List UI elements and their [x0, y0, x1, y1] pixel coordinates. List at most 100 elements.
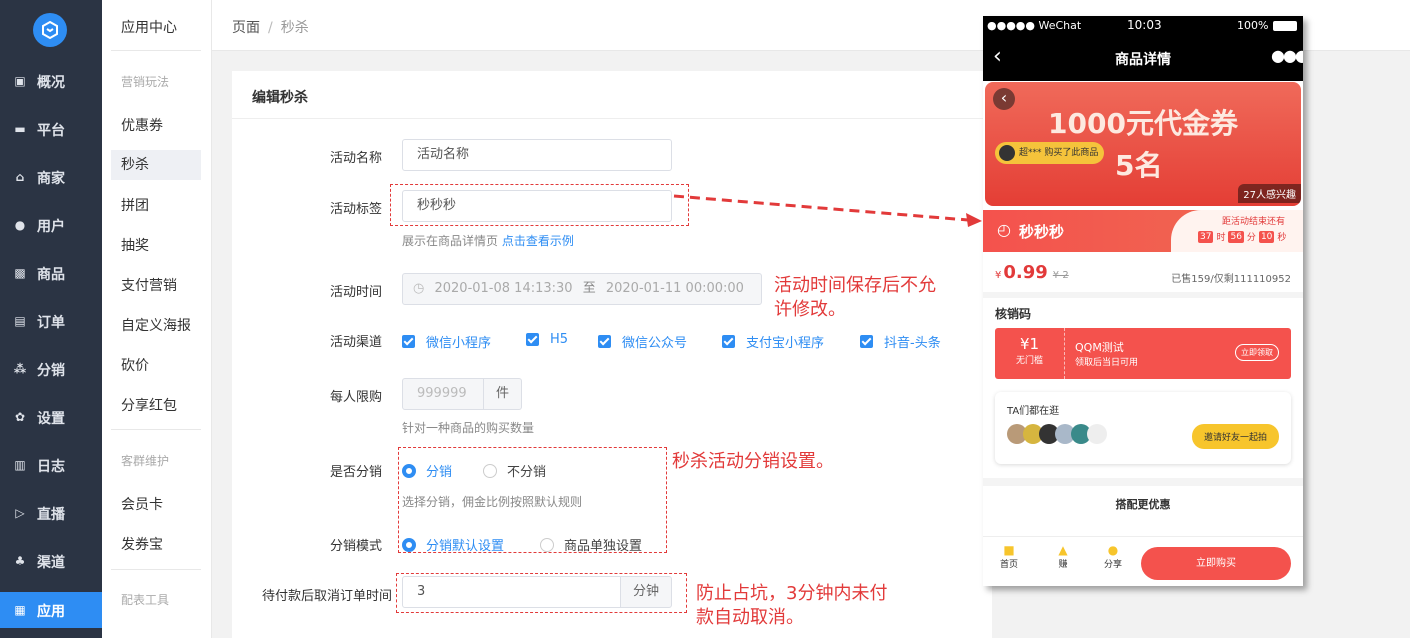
limit-unit: 件 — [483, 378, 522, 410]
view-example-link[interactable]: 点击查看示例 — [502, 234, 574, 248]
seckill-bar: ◴ 秒秒秒 距活动结束还有 37 时 56 分 10 秒 — [983, 210, 1303, 252]
highlight-box-tag — [390, 184, 689, 226]
subnav-item-poster[interactable]: 自定义海报 — [111, 311, 201, 341]
channel-checkbox-wechat-oa[interactable]: 微信公众号 — [598, 332, 687, 351]
subnav-item-groupbuy[interactable]: 拼团 — [111, 191, 201, 221]
tab-share[interactable]: ● 分享 — [1101, 543, 1125, 570]
field-label-cancel-time: 待付款后取消订单时间 — [261, 589, 392, 604]
checkbox-checked-icon — [526, 333, 539, 346]
subnav-item-lottery[interactable]: 抽奖 — [111, 231, 201, 261]
nav-item-platform[interactable]: ▬ 平台 — [0, 111, 102, 147]
nav-item-apps[interactable]: ▦ 应用 — [0, 592, 102, 628]
channel-icon: ♣ — [14, 554, 26, 568]
breadcrumb-current: 秒杀 — [280, 20, 309, 36]
nav-item-overview[interactable]: ▣ 概况 — [0, 63, 102, 99]
log-icon: ▥ — [14, 458, 26, 472]
subnav-title: 应用中心 — [121, 20, 177, 36]
checkbox-checked-icon — [860, 335, 873, 348]
phone-tabbar: ■ 首页 ▲ 赚 ● 分享 立即购买 — [983, 536, 1303, 586]
highlight-box-cancel — [396, 573, 687, 613]
subnav-item-bargain[interactable]: 砍价 — [111, 351, 201, 381]
original-price: ¥ 2 — [1052, 270, 1069, 281]
divider — [983, 292, 1303, 298]
tab-home[interactable]: ■ 首页 — [997, 543, 1021, 570]
apps-icon: ▦ — [14, 603, 26, 617]
nav-item-live[interactable]: ▷ 直播 — [0, 495, 102, 531]
channel-checkbox-h5[interactable]: H5 — [526, 332, 568, 347]
breadcrumb-root[interactable]: 页面 — [232, 20, 260, 36]
coupon-name: QQM测试 — [1075, 341, 1124, 354]
limit-hint: 针对一种商品的购买数量 — [402, 421, 535, 435]
invite-friends-button[interactable]: 邀请好友一起拍 — [1191, 424, 1279, 449]
alarm-icon: ◴ — [997, 220, 1011, 239]
nav-item-user[interactable]: ● 用户 — [0, 207, 102, 243]
store-icon: ⌂ — [15, 170, 25, 184]
home-icon: ■ — [1003, 543, 1015, 557]
nav-item-channel[interactable]: ♣ 渠道 — [0, 543, 102, 579]
more-icon[interactable]: ●●● — [1271, 46, 1303, 65]
activity-name-input[interactable]: 活动名称 — [402, 139, 672, 171]
subnav-item-coupon[interactable]: 优惠券 — [111, 111, 201, 141]
subnav-item-pay-marketing[interactable]: 支付营销 — [111, 271, 201, 301]
nav-item-settings[interactable]: ✿ 设置 — [0, 399, 102, 435]
coupon-desc: 领取后当日可用 — [1075, 358, 1139, 368]
checkbox-checked-icon — [402, 335, 415, 348]
subnav-section-customer: 客群维护 — [121, 454, 170, 468]
sub-nav: 应用中心 营销玩法 优惠券 秒杀 拼团 抽奖 支付营销 自定义海报 砍价 分享红… — [102, 0, 212, 638]
nav-item-log[interactable]: ▥ 日志 — [0, 447, 102, 483]
match-title: 搭配更优惠 — [1115, 498, 1171, 511]
divider — [111, 569, 201, 570]
nav-item-order[interactable]: ▤ 订单 — [0, 303, 102, 339]
tag-hint: 展示在商品详情页 点击查看示例 — [402, 234, 574, 248]
tab-earn[interactable]: ▲ 赚 — [1051, 543, 1075, 570]
phone-status-bar: ●●●●● WeChat 10:03 100% — [983, 16, 1303, 36]
nav-item-merchant[interactable]: ⌂ 商家 — [0, 159, 102, 195]
breadcrumb-separator: / — [268, 20, 273, 36]
nav-item-goods[interactable]: ▩ 商品 — [0, 255, 102, 291]
logo-icon[interactable] — [33, 13, 67, 47]
phone-preview: ●●●●● WeChat 10:03 100% ‹ 商品详情 ●●● ‹ 100… — [983, 16, 1303, 586]
countdown-label: 距活动结束还有 — [1221, 217, 1285, 227]
subnav-item-membercard[interactable]: 会员卡 — [111, 490, 201, 520]
annotation-time: 活动时间保存后不允许修改。 — [774, 275, 936, 320]
coupon-card[interactable]: ¥1 无门槛 QQM测试 领取后当日可用 立即领取 — [995, 328, 1291, 379]
product-banner: ‹ 1000元代金券 5名 超*** 购买了此商品 27人感兴趣 — [985, 82, 1301, 206]
avatar — [999, 145, 1015, 161]
subnav-section-marketing: 营销玩法 — [121, 75, 170, 89]
buy-now-button[interactable]: 立即购买 — [1141, 547, 1291, 580]
share-icon: ● — [1107, 543, 1119, 557]
subnav-item-redpacket[interactable]: 分享红包 — [111, 391, 201, 421]
nav-item-distribution[interactable]: ⁂ 分销 — [0, 351, 102, 387]
coupon-section-title: 核销码 — [995, 307, 1032, 321]
limit-input[interactable]: 999999 — [402, 378, 484, 410]
countdown-box: 距活动结束还有 37 时 56 分 10 秒 — [1171, 210, 1303, 252]
phone-nav-bar: ‹ 商品详情 ●●● — [983, 36, 1303, 81]
browsing-title: TA们都在逛 — [1007, 406, 1060, 417]
order-icon: ▤ — [14, 314, 26, 328]
time-start: 2020-01-08 14:13:30 — [434, 281, 573, 296]
countdown-timer: 37 时 56 分 10 秒 — [1198, 230, 1287, 243]
activity-time-range[interactable]: ◷ 2020-01-08 14:13:30 至 2020-01-11 00:00… — [402, 273, 762, 305]
channel-checkbox-alipay-mini[interactable]: 支付宝小程序 — [722, 332, 824, 351]
subnav-item-seckill[interactable]: 秒杀 — [111, 150, 201, 180]
channel-checkbox-douyin[interactable]: 抖音-头条 — [860, 332, 941, 351]
buyer-notice: 超*** 购买了此商品 — [995, 142, 1105, 164]
field-label-channel: 活动渠道 — [329, 335, 382, 350]
seckill-tag: 秒秒秒 — [1019, 223, 1065, 241]
banner-line2: 5名 — [1115, 149, 1163, 182]
sold-count: 已售159/仅剩111110952 — [1171, 274, 1291, 285]
banner-line1: 1000元代金券 — [1048, 107, 1238, 140]
channel-checkbox-wechat-mini[interactable]: 微信小程序 — [402, 332, 491, 351]
browsing-card: TA们都在逛 邀请好友一起拍 — [995, 392, 1291, 464]
avatar-group — [1007, 424, 1107, 444]
user-icon: ● — [14, 218, 26, 232]
battery-icon — [1273, 21, 1297, 31]
claim-coupon-button[interactable]: 立即领取 — [1235, 344, 1279, 361]
coupon-condition: 无门槛 — [1015, 356, 1043, 366]
time-to: 至 — [582, 281, 596, 296]
subnav-item-couponbao[interactable]: 发券宝 — [111, 530, 201, 560]
left-nav: ▣ 概况 ▬ 平台 ⌂ 商家 ● 用户 ▩ 商品 ▤ 订单 ⁂ 分销 ✿ 设置 ▥ 日志 ▷ 直播 … — [0, 0, 102, 638]
carrier-text: ●●●●● WeChat — [987, 19, 1082, 32]
divider — [111, 429, 201, 430]
price-row: ¥ 0.99 ¥ 2 — [995, 262, 1069, 283]
